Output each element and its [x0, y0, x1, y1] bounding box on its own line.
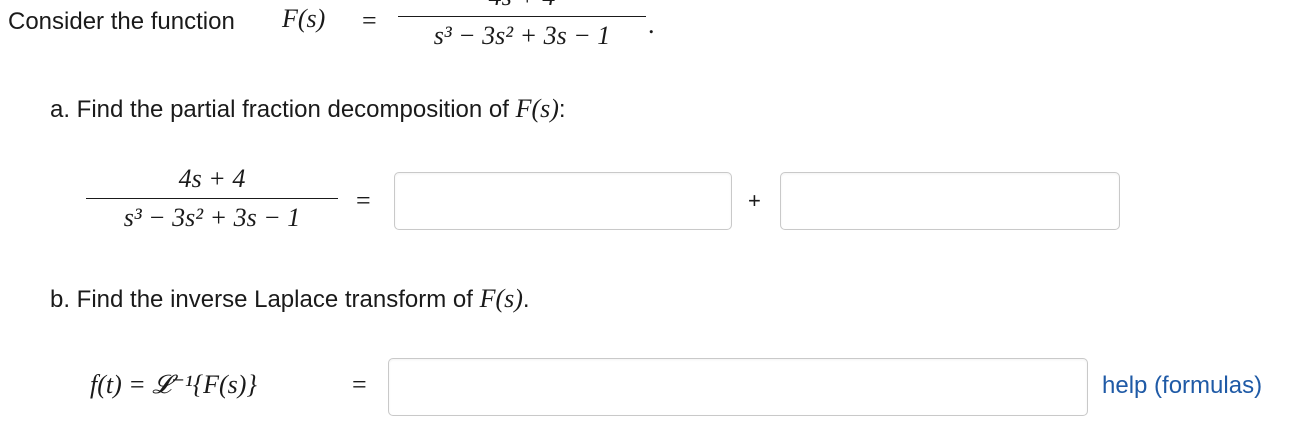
part-a-equals: =: [356, 186, 371, 215]
intro-denominator: s³ − 3s² + 3s − 1: [433, 21, 611, 50]
intro-numerator: 4s + 4: [398, 0, 646, 12]
part-a-prompt: a. Find the partial fraction decompositi…: [50, 94, 566, 124]
part-a-fraction: 4s + 4 s³ − 3s² + 3s − 1: [86, 164, 338, 233]
part-a-prompt-suffix: :: [558, 96, 566, 123]
part-a-numerator: 4s + 4: [178, 164, 246, 193]
intro-text: Consider the function: [8, 8, 235, 35]
part-b-equals: =: [352, 370, 367, 399]
part-b-prompt: b. Find the inverse Laplace transform of…: [50, 284, 530, 314]
part-b-prompt-suffix: .: [522, 286, 530, 313]
problem-page: Consider the function F(s) = 4s + 4 s³ −…: [0, 0, 1300, 436]
part-a-prompt-text: a. Find the partial fraction decompositi…: [50, 96, 509, 123]
partial-fraction-input-2[interactable]: [780, 172, 1120, 230]
fraction-bar: [86, 198, 338, 199]
inverse-laplace-input[interactable]: [388, 358, 1088, 416]
part-a-prompt-function: F(s): [515, 94, 559, 123]
inverse-laplace-lhs: f(t) = 𝓛⁻¹{F(s)}: [90, 370, 257, 399]
intro-equals: =: [362, 6, 377, 35]
intro-function-lhs: F(s): [282, 4, 326, 33]
help-formulas-link[interactable]: help (formulas): [1102, 372, 1262, 400]
part-b-prompt-function: F(s): [479, 284, 523, 313]
intro-period: .: [648, 10, 655, 39]
plus-sign: +: [748, 188, 761, 213]
part-b-prompt-text: b. Find the inverse Laplace transform of: [50, 286, 473, 313]
intro-fraction: 4s + 4 s³ − 3s² + 3s − 1: [398, 0, 646, 51]
fraction-bar: [398, 16, 646, 17]
partial-fraction-input-1[interactable]: [394, 172, 732, 230]
part-a-denominator: s³ − 3s² + 3s − 1: [123, 203, 301, 232]
